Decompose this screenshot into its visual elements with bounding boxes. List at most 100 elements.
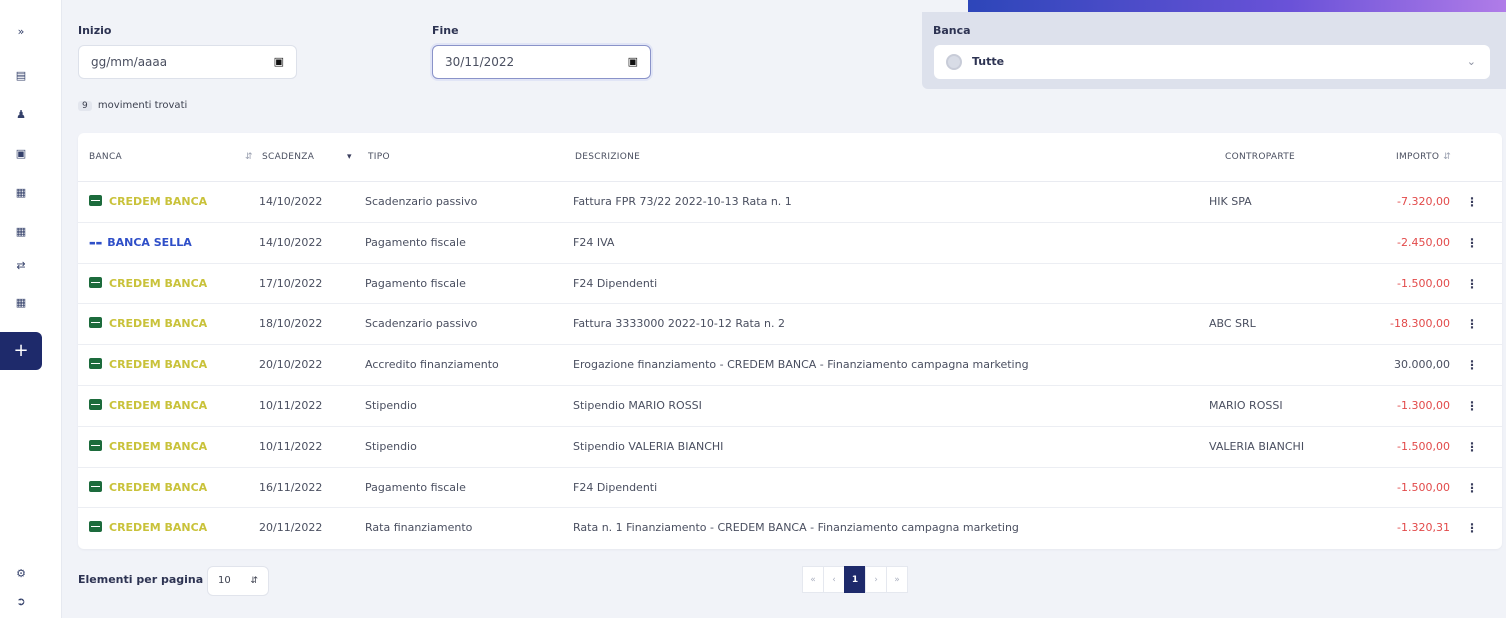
row-bank[interactable]: CREDEM BANCA bbox=[89, 304, 207, 344]
row-amount: -7.320,00 bbox=[1397, 195, 1450, 208]
row-description: F24 Dipendenti bbox=[573, 480, 658, 494]
credem-logo-icon bbox=[89, 358, 102, 370]
table-row[interactable]: CREDEM BANCA 16/11/2022 Pagamento fiscale F… bbox=[78, 468, 1502, 509]
credem-logo-icon bbox=[89, 521, 102, 533]
first-page-button[interactable]: « bbox=[802, 566, 824, 593]
row-bank[interactable]: CREDEM BANCA bbox=[89, 264, 207, 304]
header-amount[interactable]: IMPORTO ⇵ bbox=[1396, 133, 1451, 182]
bank-all-icon bbox=[946, 54, 962, 70]
table-row[interactable]: CREDEM BANCA 20/10/2022 Accredito finanzia… bbox=[78, 345, 1502, 386]
report-icon[interactable]: ▦ bbox=[0, 295, 42, 311]
row-type: Rata finanziamento bbox=[365, 521, 473, 535]
header-due-sort[interactable]: ▾ bbox=[343, 133, 352, 182]
calendar-icon[interactable]: ▣ bbox=[628, 46, 638, 78]
row-due-date: 18/10/2022 bbox=[259, 317, 323, 331]
row-menu-icon[interactable]: ⋮ bbox=[1466, 468, 1478, 508]
row-amount: -1.500,00 bbox=[1397, 276, 1450, 290]
header-type: TIPO bbox=[368, 133, 390, 182]
last-page-button[interactable]: » bbox=[886, 566, 908, 593]
header-counterpart-label: CONTROPARTE bbox=[1225, 152, 1296, 162]
users-icon[interactable]: ♟ bbox=[0, 107, 42, 123]
expand-icon[interactable]: » bbox=[0, 24, 42, 40]
row-bank-name: CREDEM BANCA bbox=[109, 480, 208, 494]
row-bank[interactable]: CREDEM BANCA bbox=[89, 508, 207, 548]
row-amount: -1.300,00 bbox=[1397, 399, 1450, 412]
bank-select[interactable]: Tutte ⌄ bbox=[934, 45, 1490, 79]
results-count-text: movimenti trovati bbox=[97, 100, 188, 111]
gear-icon[interactable]: ⚙ bbox=[0, 566, 42, 582]
row-bank-name: CREDEM BANCA bbox=[109, 358, 208, 372]
table-row[interactable]: CREDEM BANCA 18/10/2022 Scadenzario passiv… bbox=[78, 304, 1502, 346]
row-type: Stipendio bbox=[365, 399, 417, 412]
transfer-icon[interactable]: ⇄ bbox=[0, 258, 42, 274]
start-date-input[interactable]: gg/mm/aaaa ▣ bbox=[78, 45, 297, 79]
row-bank-name: CREDEM BANCA bbox=[109, 276, 208, 290]
row-bank[interactable]: CREDEM BANCA bbox=[89, 182, 207, 222]
row-menu-icon[interactable]: ⋮ bbox=[1466, 427, 1478, 467]
end-date-label: Fine bbox=[432, 24, 459, 37]
credem-logo-icon bbox=[89, 317, 102, 329]
top-accent-bar bbox=[968, 0, 1506, 12]
header-bank-label: BANCA bbox=[89, 152, 123, 162]
row-type: Pagamento fiscale bbox=[365, 235, 466, 249]
end-date-input[interactable]: 30/11/2022 ▣ bbox=[432, 45, 651, 79]
row-bank[interactable]: CREDEM BANCA bbox=[89, 468, 207, 508]
row-amount: -1.500,00 bbox=[1397, 480, 1450, 494]
bank-filter-label: Banca bbox=[933, 24, 971, 37]
table-row[interactable]: ▬▬ BANCA SELLA 14/10/2022 Pagamento fiscale… bbox=[78, 223, 1502, 264]
calendar-icon[interactable]: ▣ bbox=[274, 46, 284, 78]
table-row[interactable]: CREDEM BANCA 14/10/2022 Scadenzario passiv… bbox=[78, 182, 1502, 223]
header-bank[interactable]: BANCA bbox=[89, 133, 122, 182]
logout-icon[interactable]: ➲ bbox=[0, 594, 42, 610]
row-menu-icon[interactable]: ⋮ bbox=[1466, 264, 1478, 304]
row-type: Stipendio bbox=[365, 439, 417, 453]
row-due-date: 20/11/2022 bbox=[259, 521, 323, 535]
row-menu-icon[interactable]: ⋮ bbox=[1466, 182, 1478, 222]
sidebar: » ▤ ♟ ▣ ▦ ▦ ⇄ ▦ + ⚙ ➲ bbox=[0, 0, 62, 618]
page-1-button[interactable]: 1 bbox=[844, 566, 866, 593]
document-icon-2[interactable]: ▦ bbox=[0, 224, 42, 240]
credem-logo-icon bbox=[89, 439, 102, 451]
row-counterpart: ABC SRL bbox=[1209, 317, 1256, 331]
row-counterpart: MARIO ROSSI bbox=[1209, 399, 1283, 412]
document-icon[interactable]: ▦ bbox=[0, 185, 42, 201]
row-menu-icon[interactable]: ⋮ bbox=[1466, 304, 1478, 344]
dashboard-icon[interactable]: ▤ bbox=[0, 68, 42, 84]
header-due[interactable]: SCADENZA bbox=[262, 133, 314, 182]
row-bank[interactable]: CREDEM BANCA bbox=[89, 345, 207, 385]
table-row[interactable]: CREDEM BANCA 10/11/2022 Stipendio Stipendio… bbox=[78, 386, 1502, 427]
row-menu-icon[interactable]: ⋮ bbox=[1466, 345, 1478, 385]
row-menu-icon[interactable]: ⋮ bbox=[1466, 508, 1478, 548]
row-menu-icon[interactable]: ⋮ bbox=[1466, 223, 1478, 263]
prev-page-button[interactable]: ‹ bbox=[823, 566, 845, 593]
row-bank[interactable]: CREDEM BANCA bbox=[89, 427, 207, 467]
row-due-date: 10/11/2022 bbox=[259, 439, 323, 453]
add-button[interactable]: + bbox=[0, 332, 42, 370]
row-bank[interactable]: ▬▬ BANCA SELLA bbox=[89, 223, 192, 263]
results-count: 9 movimenti trovati bbox=[78, 100, 187, 111]
row-description: Stipendio MARIO ROSSI bbox=[573, 399, 702, 412]
credem-logo-icon bbox=[89, 276, 102, 288]
per-page-select[interactable]: 10 ⇵ bbox=[207, 566, 269, 596]
row-bank-name: CREDEM BANCA bbox=[109, 439, 208, 453]
sort-desc-icon[interactable]: ▾ bbox=[347, 152, 352, 162]
header-due-label: SCADENZA bbox=[262, 152, 315, 162]
table-row[interactable]: CREDEM BANCA 20/11/2022 Rata finanziamento… bbox=[78, 508, 1502, 549]
bank-icon[interactable]: ▣ bbox=[0, 146, 42, 162]
header-bank-sort[interactable]: ⇵ bbox=[241, 133, 253, 182]
per-page-label: Elementi per pagina bbox=[78, 573, 204, 586]
row-bank[interactable]: CREDEM BANCA bbox=[89, 386, 207, 426]
row-amount: -1.320,31 bbox=[1397, 521, 1450, 535]
row-type: Accredito finanziamento bbox=[365, 358, 499, 372]
row-due-date: 20/10/2022 bbox=[259, 358, 323, 372]
sort-icon[interactable]: ⇵ bbox=[1443, 152, 1451, 162]
row-menu-icon[interactable]: ⋮ bbox=[1466, 386, 1478, 426]
sort-icon[interactable]: ⇵ bbox=[245, 152, 253, 162]
header-amount-label: IMPORTO bbox=[1396, 152, 1440, 162]
next-page-button[interactable]: › bbox=[865, 566, 887, 593]
row-amount: 30.000,00 bbox=[1394, 358, 1450, 372]
table-row[interactable]: CREDEM BANCA 10/11/2022 Stipendio Stipendio… bbox=[78, 427, 1502, 468]
row-bank-name: CREDEM BANCA bbox=[109, 399, 208, 412]
table-row[interactable]: CREDEM BANCA 17/10/2022 Pagamento fiscale F… bbox=[78, 264, 1502, 305]
row-type: Scadenzario passivo bbox=[365, 195, 478, 208]
